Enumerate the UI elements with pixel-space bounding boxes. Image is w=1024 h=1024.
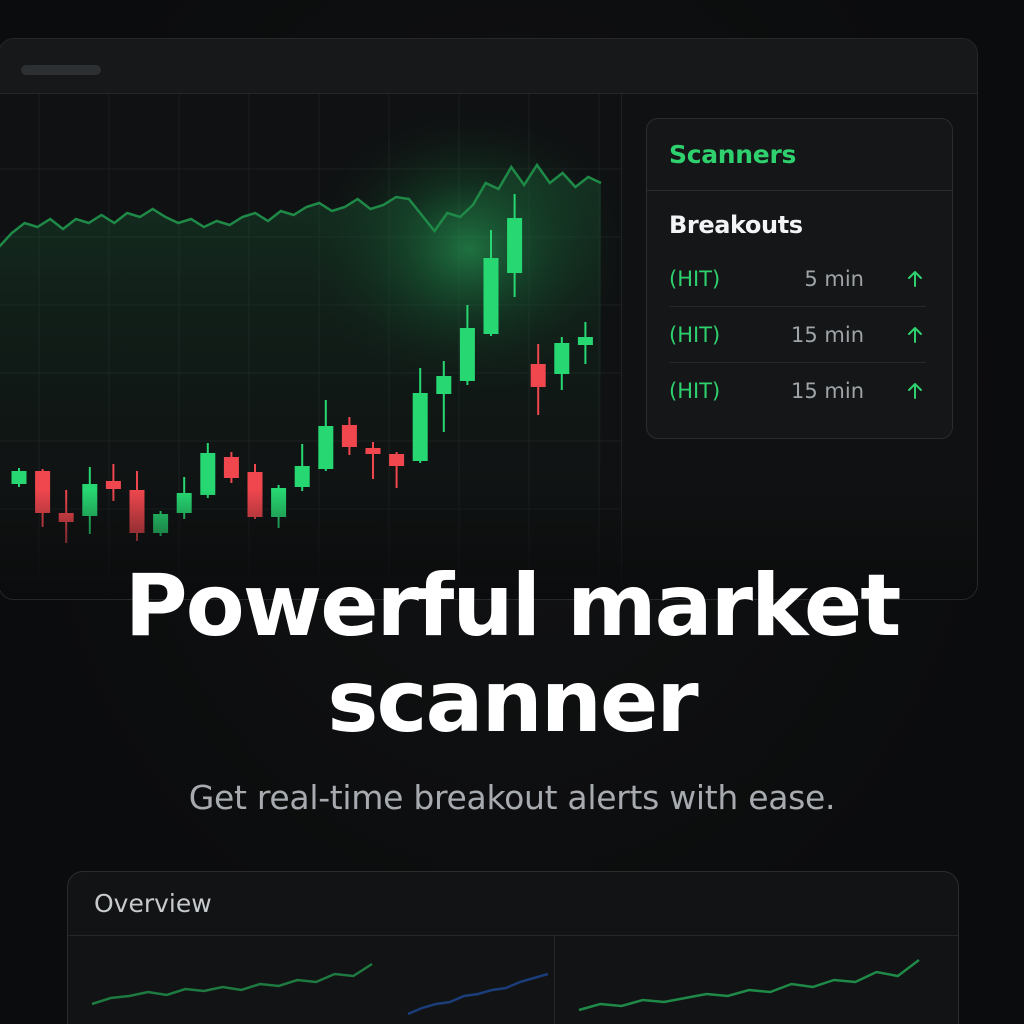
titlebar-handle — [21, 65, 101, 75]
bearish-candle — [247, 472, 263, 517]
bullish-candle — [318, 426, 334, 469]
hit-status: (HIT) — [669, 266, 721, 291]
mini-chart-line-green — [91, 962, 373, 1006]
bullish-candle — [412, 393, 428, 461]
breakouts-section-title: Breakouts — [669, 211, 803, 239]
overview-mini-chart-left — [91, 962, 549, 1016]
breakout-row[interactable]: (HIT) 5 min — [669, 251, 926, 307]
breakout-list: (HIT) 5 min (HIT) 15 min (HIT) 15 min — [647, 251, 952, 419]
bearish-candle — [129, 490, 145, 533]
hero-headline: Powerful market scanner — [0, 558, 1024, 750]
bullish-candle — [11, 471, 27, 484]
arrow-up-icon — [904, 380, 926, 402]
bearish-candle — [35, 471, 51, 513]
mini-chart-line-green — [578, 959, 920, 1012]
bullish-candle — [483, 258, 499, 334]
bullish-candle — [436, 376, 452, 394]
bearish-candle — [58, 513, 74, 522]
bullish-candle — [507, 218, 523, 273]
promo-canvas: Scanners Breakouts (HIT) 5 min (HIT) 15 … — [0, 0, 1024, 1024]
interval-label: 15 min — [791, 379, 864, 403]
candlestick-chart-svg — [0, 94, 621, 599]
hero-headline-line-2: scanner — [327, 652, 698, 752]
bullish-candle — [294, 466, 310, 487]
interval-label: 5 min — [804, 266, 864, 291]
bearish-candle — [365, 448, 381, 454]
bullish-candle — [271, 488, 287, 517]
candlestick-chart — [0, 94, 621, 599]
scanners-header: Scanners — [647, 119, 952, 191]
hit-status: (HIT) — [669, 379, 721, 403]
arrow-up-icon — [904, 324, 926, 346]
window-titlebar — [0, 39, 977, 94]
mini-chart-line-blue — [407, 972, 549, 1016]
interval-label: 15 min — [791, 322, 864, 347]
hit-status: (HIT) — [669, 322, 721, 347]
bullish-candle — [554, 343, 570, 374]
bearish-candle — [530, 364, 546, 387]
bullish-candle — [153, 514, 169, 533]
panel-divider — [621, 94, 622, 599]
scanners-panel[interactable]: Scanners Breakouts (HIT) 5 min (HIT) 15 … — [646, 118, 953, 439]
bearish-candle — [389, 454, 405, 466]
bearish-candle — [105, 481, 121, 489]
bearish-candle — [223, 457, 239, 478]
overview-mini-chart-right — [578, 959, 920, 1012]
overview-header: Overview — [68, 872, 958, 936]
bullish-candle — [176, 493, 192, 513]
bullish-candle — [82, 484, 98, 516]
breakout-row[interactable]: (HIT) 15 min — [669, 307, 926, 363]
bullish-candle — [577, 337, 593, 345]
overview-title: Overview — [94, 889, 212, 918]
hero-headline-line-1: Powerful market — [124, 556, 902, 656]
breakout-row[interactable]: (HIT) 15 min — [669, 363, 926, 419]
bearish-candle — [341, 425, 357, 447]
hero-subtitle: Get real-time breakout alerts with ease. — [188, 778, 836, 817]
bullish-candle — [459, 328, 475, 381]
scanners-title: Scanners — [669, 140, 797, 169]
overview-panel[interactable]: Overview — [67, 871, 959, 1024]
bullish-candle — [200, 453, 216, 495]
arrow-up-icon — [904, 268, 926, 290]
